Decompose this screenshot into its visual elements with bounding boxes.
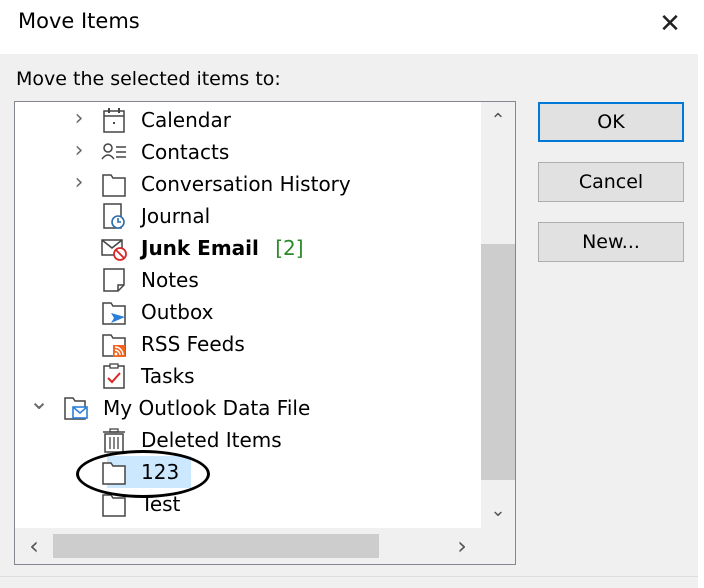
title-bar: Move Items ✕ bbox=[0, 0, 698, 54]
tree-item-text: My Outlook Data File bbox=[103, 396, 311, 420]
junk-email-icon bbox=[99, 233, 129, 263]
tree-item-outbox[interactable]: Outbox bbox=[15, 296, 481, 328]
outbox-icon bbox=[99, 297, 129, 327]
tree-item-text: Notes bbox=[141, 268, 199, 292]
new-folder-button[interactable]: New... bbox=[538, 222, 684, 262]
tree-item-rss-feeds[interactable]: RSS Feeds bbox=[15, 328, 481, 360]
tasks-icon bbox=[99, 361, 129, 391]
data-file-icon bbox=[61, 393, 91, 423]
horizontal-scrollbar[interactable]: ‹ › bbox=[15, 528, 481, 564]
contacts-icon bbox=[99, 137, 129, 167]
tree-item-text: Outbox bbox=[141, 300, 214, 324]
scroll-down-button[interactable]: ⌄ bbox=[481, 496, 515, 526]
dialog-title: Move Items bbox=[18, 9, 140, 33]
tree-item-label: My Outlook Data File bbox=[103, 396, 310, 420]
horizontal-scroll-thumb[interactable] bbox=[53, 534, 379, 558]
notes-icon bbox=[99, 265, 129, 295]
folder-tree[interactable]: › Calendar › Contacts › Conversation History J… bbox=[14, 101, 516, 565]
tree-item-deleted-items[interactable]: Deleted Items bbox=[15, 424, 481, 456]
window-edge bbox=[698, 0, 704, 588]
journal-icon bbox=[99, 201, 129, 231]
expand-chevron-icon[interactable]: › bbox=[69, 170, 89, 196]
vertical-scrollbar[interactable]: ⌃ ⌄ bbox=[481, 102, 515, 528]
calendar-icon bbox=[99, 105, 129, 135]
tree-item-label: Notes bbox=[141, 268, 199, 292]
tree-item-journal[interactable]: Journal bbox=[15, 200, 481, 232]
tree-item-tasks[interactable]: Tasks bbox=[15, 360, 481, 392]
tree-item-calendar[interactable]: › Calendar bbox=[15, 104, 481, 136]
cancel-button[interactable]: Cancel bbox=[538, 162, 684, 202]
tree-item-label: Deleted Items bbox=[141, 428, 282, 452]
ok-button[interactable]: OK bbox=[538, 102, 684, 142]
move-prompt-label: Move the selected items to: bbox=[16, 68, 281, 90]
tree-item-text: Tasks bbox=[141, 364, 195, 388]
folder-icon bbox=[99, 169, 129, 199]
rss-feeds-icon bbox=[99, 329, 129, 359]
tree-item-text: RSS Feeds bbox=[141, 332, 245, 356]
tree-item-conversation-history[interactable]: › Conversation History bbox=[15, 168, 481, 200]
tree-item-text: Deleted Items bbox=[141, 428, 282, 452]
scroll-left-button[interactable]: ‹ bbox=[17, 531, 51, 561]
tree-item-label: Conversation History bbox=[141, 172, 351, 196]
annotation-circle bbox=[76, 450, 210, 498]
scrollbar-corner bbox=[481, 528, 515, 564]
tree-item-notes[interactable]: Notes bbox=[15, 264, 481, 296]
tree-item-label: Contacts bbox=[141, 140, 229, 164]
scroll-right-button[interactable]: › bbox=[445, 531, 479, 561]
tree-item-label: Outbox bbox=[141, 300, 213, 324]
expand-chevron-icon[interactable]: › bbox=[69, 106, 89, 132]
tree-item-text: Junk Email bbox=[141, 236, 259, 260]
unread-count-badge: [2] bbox=[268, 236, 304, 260]
tree-item-text: Calendar bbox=[141, 108, 231, 132]
tree-item-my-outlook-data-file[interactable]: ⌄ My Outlook Data File bbox=[15, 388, 481, 424]
tree-item-contacts[interactable]: › Contacts bbox=[15, 136, 481, 168]
tree-item-test[interactable]: Test bbox=[15, 488, 481, 520]
tree-item-label: RSS Feeds bbox=[141, 332, 245, 356]
close-icon[interactable]: ✕ bbox=[648, 4, 692, 44]
tree-item-junk-email[interactable]: Junk Email [2] bbox=[15, 232, 481, 264]
tree-item-text: Journal bbox=[141, 204, 211, 228]
divider bbox=[0, 576, 698, 577]
collapse-chevron-icon[interactable]: ⌄ bbox=[29, 388, 49, 414]
tree-item-text: Contacts bbox=[141, 140, 230, 164]
tree-item-label: Calendar bbox=[141, 108, 231, 132]
tree-item-label: Junk Email [2] bbox=[141, 236, 304, 260]
expand-chevron-icon[interactable]: › bbox=[69, 138, 89, 164]
tree-item-label: Tasks bbox=[141, 364, 195, 388]
scroll-up-button[interactable]: ⌃ bbox=[481, 106, 515, 136]
tree-item-text: Conversation History bbox=[141, 172, 351, 196]
vertical-scroll-thumb[interactable] bbox=[481, 244, 515, 480]
tree-item-label: Journal bbox=[141, 204, 210, 228]
